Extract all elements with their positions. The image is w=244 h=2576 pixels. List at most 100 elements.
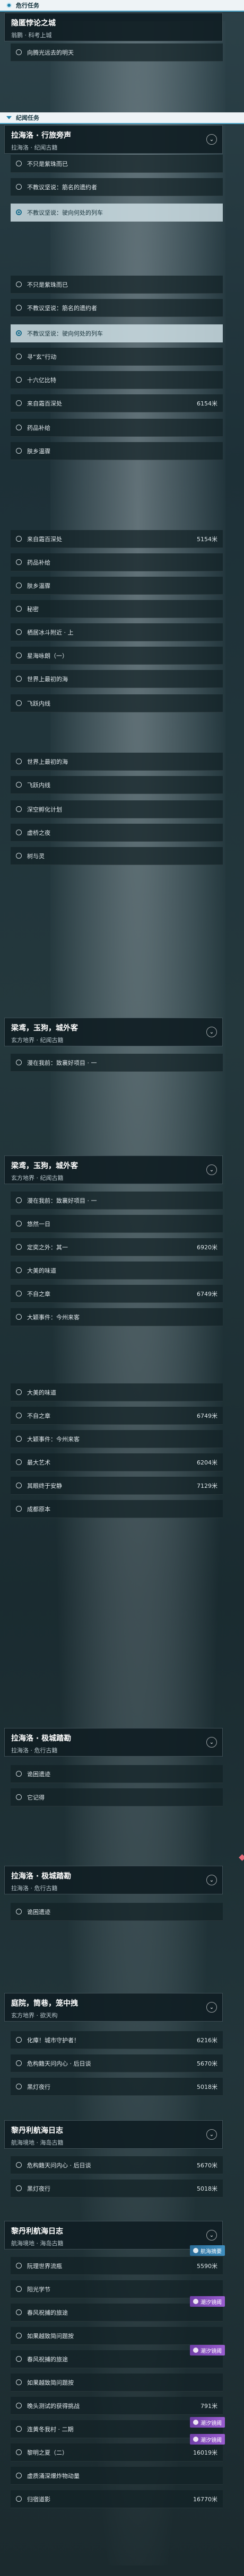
quest-step-row[interactable]: 归宿道影 16770米: [11, 2490, 223, 2508]
quest-step-row[interactable]: 它记得: [11, 1788, 223, 1806]
quest-step-row[interactable]: 阮理世界流瓶 5590米: [11, 2257, 223, 2275]
quest-step-row[interactable]: 大美的味道: [11, 1261, 223, 1280]
event-badge[interactable]: 潮汐镜阈: [190, 2296, 225, 2307]
step-label: 十六亿比特: [27, 376, 56, 384]
story-quest-card[interactable]: 梁鸢，玉狗，城外客 玄方地界 · 纪闻古籍 ⌄: [4, 1018, 223, 1046]
active-quest-title: 隐匿悖论之城: [11, 19, 56, 28]
event-badge[interactable]: 潮汐镜阈: [190, 2345, 225, 2356]
step-circle-icon: [16, 700, 22, 706]
quest-step-row[interactable]: 危构籍天问内心 · 后日谈 5670米: [11, 2054, 223, 2072]
step-circle-icon: [16, 2286, 22, 2292]
quest-step-row[interactable]: 星海咏朗（一）: [11, 647, 223, 665]
step-label: 黑灯夜行: [27, 2083, 50, 2090]
quest-step-row[interactable]: 悠然一日: [11, 1215, 223, 1233]
story-quest-card[interactable]: 庭院，筒巷，笼中拽 玄方地界 · 欲天构 ⌄: [4, 1993, 223, 2022]
quest-step-row[interactable]: 肤乡温骤: [11, 577, 223, 595]
quest-step-row[interactable]: 树与灵: [11, 847, 223, 865]
card-title: 庭院，筒巷，笼中拽: [11, 1999, 78, 2008]
active-quest-step[interactable]: 向腾光远去的明天: [11, 43, 223, 61]
header-quest-tracker[interactable]: 危行任务: [0, 0, 244, 12]
story-quest-card[interactable]: 梁鸢，玉狗，城外客 玄方地界 · 纪闻古籍 ⌄: [4, 1155, 223, 1184]
quest-step-row[interactable]: 诡困遗迹: [11, 1903, 223, 1921]
chevron-down-icon[interactable]: ⌄: [206, 1875, 217, 1885]
quest-step-row[interactable]: 不教议坚说：筋名的遗约者: [11, 178, 223, 196]
card-subtitle: 玄方地界 · 纪闻古籍: [11, 1037, 64, 1044]
quest-step-row[interactable]: 虚桥之夜: [11, 824, 223, 842]
quest-step-row[interactable]: 飞跃内线: [11, 694, 223, 712]
chevron-down-icon[interactable]: ⌄: [206, 1027, 217, 1037]
chevron-down-icon[interactable]: ⌄: [206, 2230, 217, 2240]
quest-step-row[interactable]: 成都原本: [11, 1500, 223, 1518]
quest-step-row[interactable]: 最大艺术 6204米: [11, 1453, 223, 1471]
quest-step-row[interactable]: 十六亿比特: [11, 371, 223, 389]
step-circle-icon: [16, 536, 22, 542]
quest-step-row[interactable]: 药品补给: [11, 553, 223, 571]
quest-step-row[interactable]: 世界上最初的海: [11, 753, 223, 771]
story-quest-card[interactable]: 拉海洛 · 极城踏勘 拉海洛 · 危行古籍 ⌄: [4, 1866, 223, 1894]
quest-step-row[interactable]: 黎明之夏（二） 16019米: [11, 2443, 223, 2462]
active-quest-card[interactable]: 隐匿悖论之城 翁鹏 · 科考上城: [4, 13, 223, 41]
quest-step-row[interactable]: 晚头测试的获得挑战 791米: [11, 2397, 223, 2415]
quest-step-row[interactable]: 大美的味道: [11, 1383, 223, 1401]
step-circle-icon: [16, 2426, 22, 2432]
quest-step-row[interactable]: 漫在我前：致襄好项目 · 一: [11, 1192, 223, 1210]
quest-step-row[interactable]: 世界上最初的海: [11, 670, 223, 688]
header-title: 危行任务: [16, 2, 39, 9]
step-label: 连黄冬我村 · 二期: [27, 2425, 74, 2433]
step-circle-icon: [16, 354, 22, 359]
quest-step-row[interactable]: 定奕之外：其一 6920米: [11, 1238, 223, 1256]
quest-step-row[interactable]: 飞跃内线: [11, 776, 223, 794]
quest-step-row[interactable]: 危构籍天问内心 · 后日谈 5670米: [11, 2156, 223, 2174]
quest-marker-icon: [6, 3, 12, 8]
step-distance: 6154米: [197, 400, 217, 407]
quest-step-row[interactable]: 其眼终于安静 7129米: [11, 1477, 223, 1495]
quest-step-row[interactable]: 诡困遗迹: [11, 1765, 223, 1783]
quest-step-row[interactable]: 不教议坚说：驶向何处的列车: [11, 204, 223, 222]
quest-step-row[interactable]: 黑灯夜行 5018米: [11, 2078, 223, 2096]
quest-step-row[interactable]: 大颖事件：今州来客: [11, 1308, 223, 1326]
quest-step-row[interactable]: 不教议坚说：驶向何处的列车: [11, 324, 223, 342]
quest-step-row[interactable]: 阳光学节: [11, 2280, 223, 2298]
quest-step-row[interactable]: 不自之章 6749米: [11, 1285, 223, 1303]
chevron-down-icon[interactable]: ⌄: [206, 1165, 217, 1175]
quest-step-row[interactable]: 化瘴！城市守护者！ 6216米: [11, 2031, 223, 2049]
story-quest-card[interactable]: 拉海洛 · 行旅旁声 拉海洛 · 纪闻古籍 ⌄: [4, 125, 223, 154]
quest-step-row[interactable]: 深空孵化计划: [11, 800, 223, 818]
chevron-down-icon[interactable]: ⌄: [206, 2129, 217, 2140]
quest-step-row[interactable]: 秘密: [11, 600, 223, 618]
quest-step-row[interactable]: 不自之章 6749米: [11, 1407, 223, 1425]
quest-step-row[interactable]: 漫在我前：致襄好项目 · 一: [11, 1054, 223, 1072]
story-quest-card[interactable]: 黎丹利航海日志 航海境地 · 海岛古籍 ⌄: [4, 2120, 223, 2149]
chevron-down-icon[interactable]: ⌄: [206, 1737, 217, 1748]
card-title: 拉海洛 · 极城踏勘: [11, 1872, 72, 1881]
quest-step-row[interactable]: 来自霜百深处 5154米: [11, 530, 223, 548]
step-circle-icon: [16, 676, 22, 682]
section-story-quests[interactable]: 纪闻任务: [0, 112, 244, 124]
event-badge[interactable]: 航海摘要: [190, 2245, 225, 2256]
card-title: 黎丹利航海日志: [11, 2127, 63, 2135]
story-quest-card[interactable]: 拉海洛 · 极城踏勘 拉海洛 · 危行古籍 ⌄: [4, 1728, 223, 1757]
quest-step-row[interactable]: 寻“玄”行动: [11, 348, 223, 366]
step-circle-icon: [16, 2309, 22, 2315]
step-circle-icon: [16, 330, 22, 336]
quest-step-row[interactable]: 如果越致简问题按: [11, 2327, 223, 2345]
chevron-down-icon[interactable]: ⌄: [206, 134, 217, 145]
quest-step-row[interactable]: 大颖事件：今州来客: [11, 1430, 223, 1448]
card-title: 黎丹利航海日志: [11, 2227, 63, 2236]
quest-step-row[interactable]: 如果越致简问题按: [11, 2374, 223, 2392]
quest-step-row[interactable]: 不只是紫珠而已: [11, 276, 223, 294]
quest-step-row[interactable]: 不教议坚说：筋名的遗约者: [11, 299, 223, 317]
event-badge[interactable]: 潮汐镜阈: [190, 2417, 225, 2428]
quest-step-row[interactable]: 栖居冰斗附近 · 上: [11, 623, 223, 641]
quest-step-row[interactable]: 肤乡温骤: [11, 442, 223, 460]
quest-step-row[interactable]: 药品补给: [11, 419, 223, 437]
quest-step-row[interactable]: 虚质涌深爆炸物动量: [11, 2467, 223, 2485]
quest-step-row[interactable]: 黑灯夜行 5018米: [11, 2180, 223, 2198]
quest-step-row[interactable]: 不只是紫珠而已: [11, 155, 223, 173]
quest-step-row[interactable]: 来自霜百深处 6154米: [11, 394, 223, 412]
step-circle-icon: [16, 1413, 22, 1418]
step-label: 药品补给: [27, 424, 50, 431]
event-badge[interactable]: 潮汐镜阈: [190, 2434, 225, 2445]
step-label: 大颖事件：今州来客: [27, 1313, 80, 1321]
chevron-down-icon[interactable]: ⌄: [206, 2002, 217, 2013]
